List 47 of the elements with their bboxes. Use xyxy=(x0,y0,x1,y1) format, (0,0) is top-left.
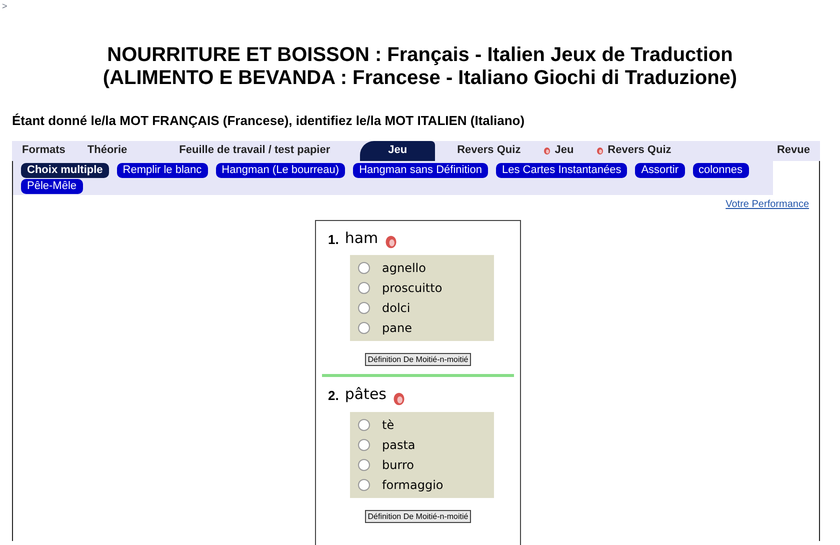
page-title: (ALIMENTO E BEVANDA : Francese - Italiano Giochi di Traduzione) xyxy=(102,67,738,90)
radio-button[interactable] xyxy=(358,302,370,314)
radio-button[interactable] xyxy=(358,282,370,294)
nav-tab[interactable]: Théorie xyxy=(87,140,128,160)
speaker-icon[interactable] xyxy=(392,392,406,406)
game-mode-tab[interactable]: Remplir le blanc xyxy=(116,162,208,178)
radio-button[interactable] xyxy=(358,262,370,274)
option-label[interactable]: tè xyxy=(382,416,394,434)
question-word: ham xyxy=(344,228,378,248)
radio-button[interactable] xyxy=(358,322,370,334)
nav-tab[interactable]: Jeu xyxy=(542,140,574,160)
question-number: 1. xyxy=(328,230,339,248)
option-label[interactable]: formaggio xyxy=(382,476,444,494)
nav-tab[interactable]: Revue xyxy=(776,140,810,160)
game-mode-tab[interactable]: Les Cartes Instantanées xyxy=(496,162,628,178)
option-label[interactable]: proscuitto xyxy=(382,279,442,297)
speaker-icon[interactable] xyxy=(596,146,604,154)
performance-link[interactable]: Votre Performance xyxy=(726,196,809,212)
page-title: NOURRITURE ET BOISSON : Français - Italien Jeux de Traduction xyxy=(106,44,734,67)
hint-button[interactable]: Définition De Moitié-n-moitié xyxy=(364,353,472,366)
nav-tab[interactable]: Revers Quiz xyxy=(457,140,521,160)
option-label[interactable]: agnello xyxy=(382,259,426,277)
breadcrumb-separator: > xyxy=(2,1,8,11)
nav-tab[interactable]: Formats xyxy=(22,140,66,160)
nav-tab[interactable]: Feuille de travail / test papier xyxy=(179,140,330,160)
radio-button[interactable] xyxy=(358,478,370,490)
question-number: 2. xyxy=(328,387,339,405)
speaker-icon[interactable] xyxy=(384,235,398,249)
game-mode-tab[interactable]: Choix multiple xyxy=(21,162,109,178)
radio-button[interactable] xyxy=(358,438,370,450)
hint-button[interactable]: Définition De Moitié-n-moitié xyxy=(364,510,472,522)
question-word: pâtes xyxy=(344,384,386,405)
option-label[interactable]: burro xyxy=(382,456,414,474)
nav-tab[interactable]: Revers Quiz xyxy=(596,140,672,160)
radio-button[interactable] xyxy=(358,458,370,470)
option-label[interactable]: pane xyxy=(382,319,412,337)
game-mode-tab[interactable]: Hangman (Le bourreau) xyxy=(216,162,346,178)
nav-tab[interactable]: Jeu xyxy=(360,140,436,160)
radio-button[interactable] xyxy=(358,418,370,430)
game-mode-tab[interactable]: Pêle-Mêle xyxy=(21,179,83,194)
game-mode-tab[interactable]: Hangman sans Définition xyxy=(353,162,488,178)
game-mode-tab[interactable]: Assortir xyxy=(635,162,684,178)
option-label[interactable]: pasta xyxy=(382,436,416,454)
speaker-icon[interactable] xyxy=(542,146,551,154)
instruction-text: Étant donné le/la MOT FRANÇAIS (Francese), identifiez le/la MOT ITALIEN (Italiano) xyxy=(12,112,526,130)
option-label[interactable]: dolci xyxy=(382,299,410,317)
game-mode-tab[interactable]: colonnes xyxy=(692,162,749,178)
